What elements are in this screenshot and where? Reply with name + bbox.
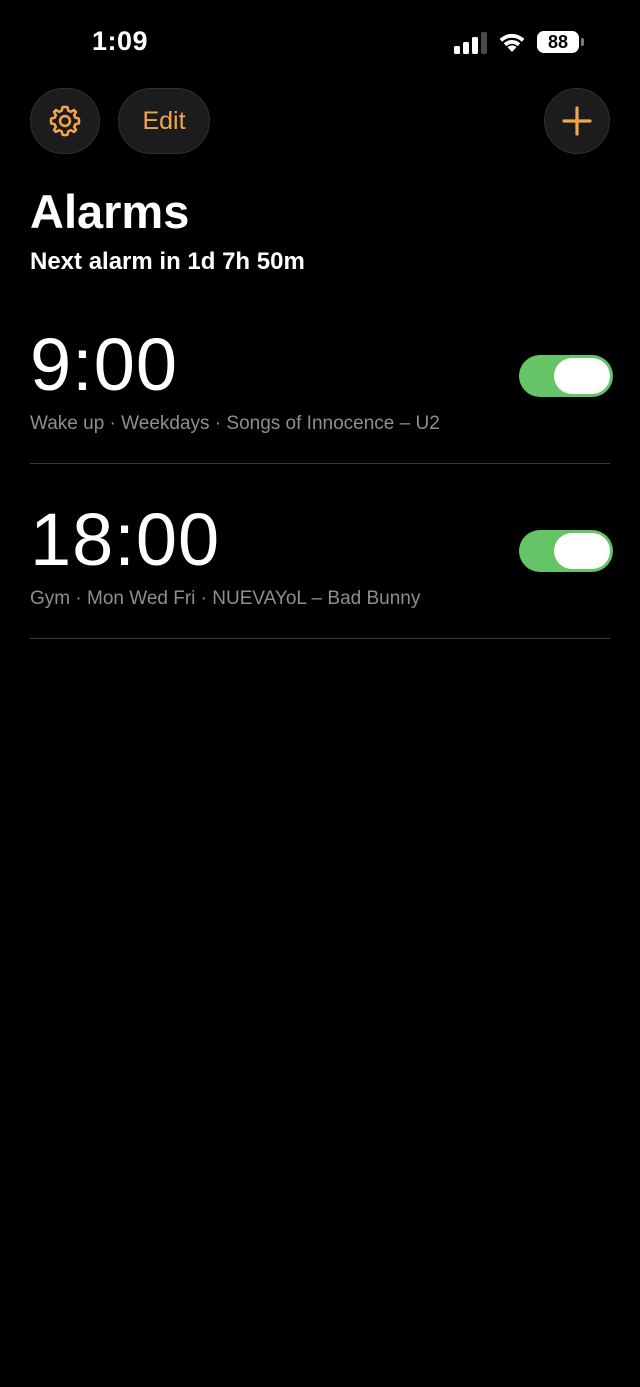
- toggle-knob: [554, 533, 610, 569]
- cellular-signal-icon: [454, 32, 487, 54]
- alarm-detail: Wake up · Weekdays · Songs of Innocence …: [30, 413, 440, 434]
- page-title: Alarms: [30, 185, 190, 238]
- alarm-row[interactable]: 18:00 Gym · Mon Wed Fri · NUEVAYoL – Bad…: [30, 464, 613, 639]
- toggle-knob: [554, 358, 610, 394]
- status-bar: 1:09 88: [0, 0, 640, 86]
- wifi-icon: [499, 33, 525, 52]
- alarm-time: 18:00: [30, 498, 221, 581]
- plus-icon: [562, 106, 592, 136]
- gear-icon: [49, 105, 81, 137]
- add-alarm-button[interactable]: [544, 88, 610, 154]
- edit-button[interactable]: Edit: [118, 88, 210, 154]
- battery-indicator: 88: [537, 31, 585, 55]
- alarm-time: 9:00: [30, 323, 179, 406]
- status-time: 1:09: [92, 26, 149, 56]
- next-alarm-countdown: Next alarm in 1d 7h 50m: [30, 248, 305, 275]
- alarm-detail: Gym · Mon Wed Fri · NUEVAYoL – Bad Bunny: [30, 588, 421, 609]
- settings-button[interactable]: [30, 88, 100, 154]
- battery-cap: [581, 38, 584, 46]
- battery-level: 88: [537, 31, 579, 53]
- alarm-toggle[interactable]: [519, 530, 613, 572]
- alarm-row[interactable]: 9:00 Wake up · Weekdays · Songs of Innoc…: [30, 289, 613, 464]
- alarm-toggle[interactable]: [519, 355, 613, 397]
